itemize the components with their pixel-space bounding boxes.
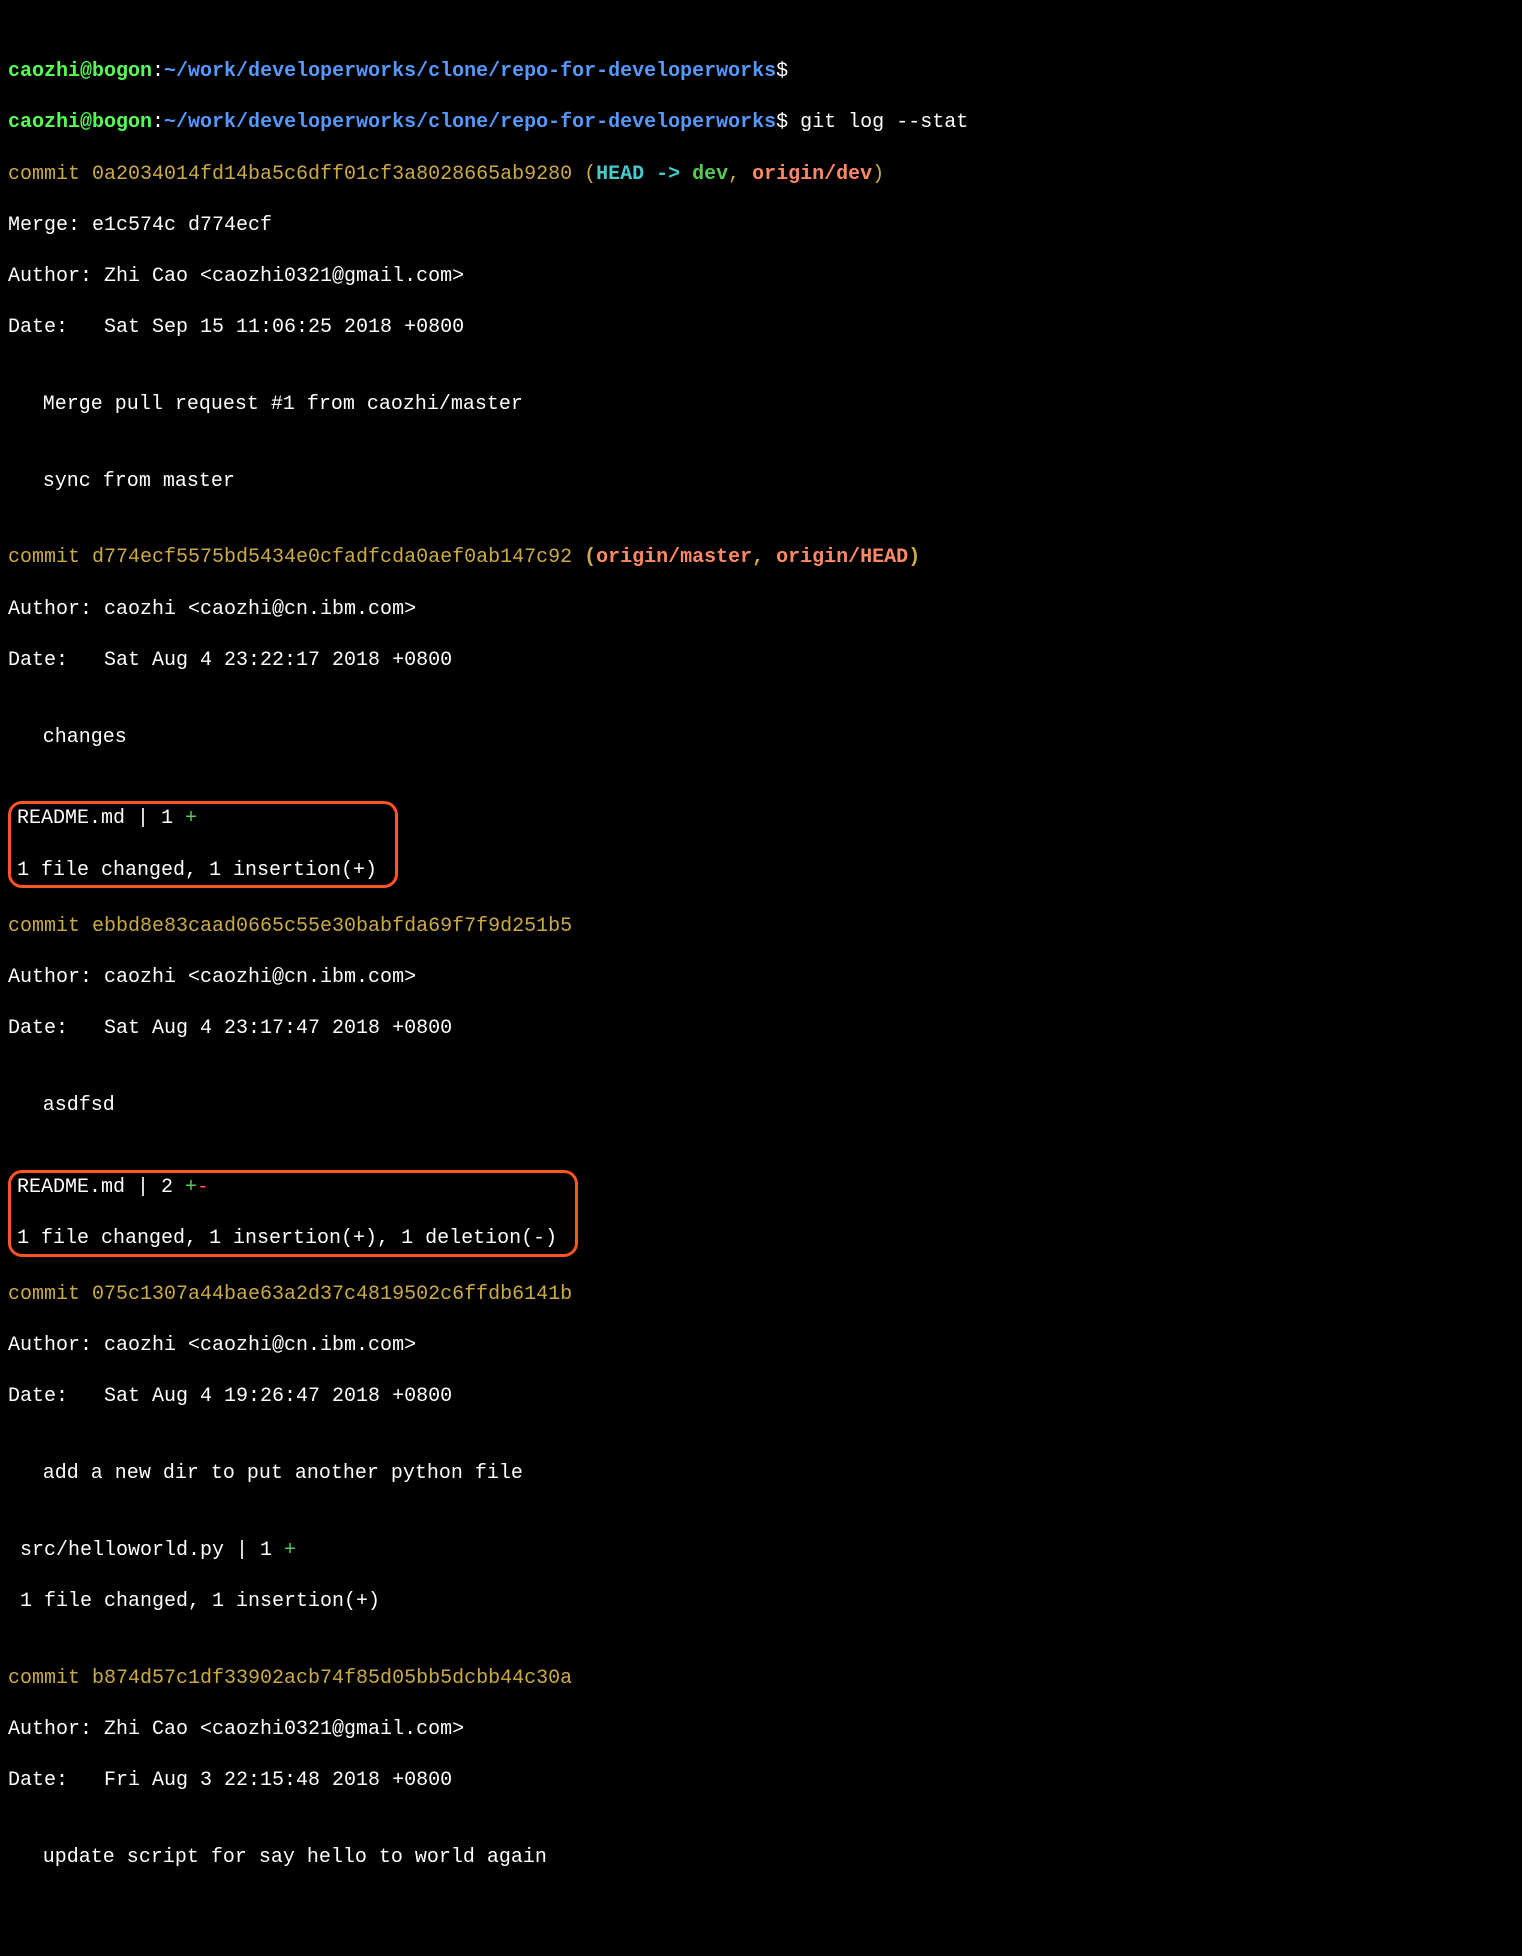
prompt-path: ~/work/developerworks/clone/repo-for-dev… (164, 111, 776, 134)
date-line: Date: Sat Aug 4 23:17:47 2018 +0800 (8, 1016, 1514, 1042)
prompt-user: caozhi@bogon (8, 111, 152, 134)
diffstat-highlight-box: README.md | 2 +- 1 file changed, 1 inser… (8, 1170, 578, 1257)
author-line: Author: Zhi Cao <caozhi0321@gmail.com> (8, 1717, 1514, 1743)
date-line: Date: Sat Aug 4 23:22:17 2018 +0800 (8, 648, 1514, 674)
plus-icon: + (185, 807, 197, 830)
plus-icon: + (185, 1176, 197, 1199)
author-line: Author: Zhi Cao <caozhi0321@gmail.com> (8, 264, 1514, 290)
author-line: Author: caozhi <caozhi@cn.ibm.com> (8, 1333, 1514, 1359)
date-line: Date: Sat Aug 4 19:26:47 2018 +0800 (8, 1384, 1514, 1410)
commit-line: commit ebbd8e83caad0665c55e30babfda69f7f… (8, 914, 1514, 940)
commit-line: commit 0a2034014fd14ba5c6dff01cf3a802866… (8, 162, 1514, 188)
author-line: Author: caozhi <caozhi@cn.ibm.com> (8, 597, 1514, 623)
commit-line: commit b874d57c1df33902acb74f85d05bb5dcb… (8, 1666, 1514, 1692)
prompt-path: ~/work/developerworks/clone/repo-for-dev… (164, 60, 776, 83)
prompt-user: caozhi@bogon (8, 60, 152, 83)
diffstat-highlight-box: README.md | 1 + 1 file changed, 1 insert… (8, 801, 398, 888)
commit-line: commit 075c1307a44bae63a2d37c4819502c6ff… (8, 1282, 1514, 1308)
minus-icon: - (197, 1176, 209, 1199)
date-line: Date: Sat Sep 15 11:06:25 2018 +0800 (8, 315, 1514, 341)
plus-icon: + (284, 1539, 296, 1562)
author-line: Author: caozhi <caozhi@cn.ibm.com> (8, 965, 1514, 991)
merge-line: Merge: e1c574c d774ecf (8, 213, 1514, 239)
date-line: Date: Fri Aug 3 22:15:48 2018 +0800 (8, 1768, 1514, 1794)
commit-line: commit d774ecf5575bd5434e0cfadfcda0aef0a… (8, 545, 1514, 571)
command: git log --stat (788, 111, 968, 134)
terminal-output: caozhi@bogon:~/work/developerworks/clone… (8, 59, 1514, 1871)
